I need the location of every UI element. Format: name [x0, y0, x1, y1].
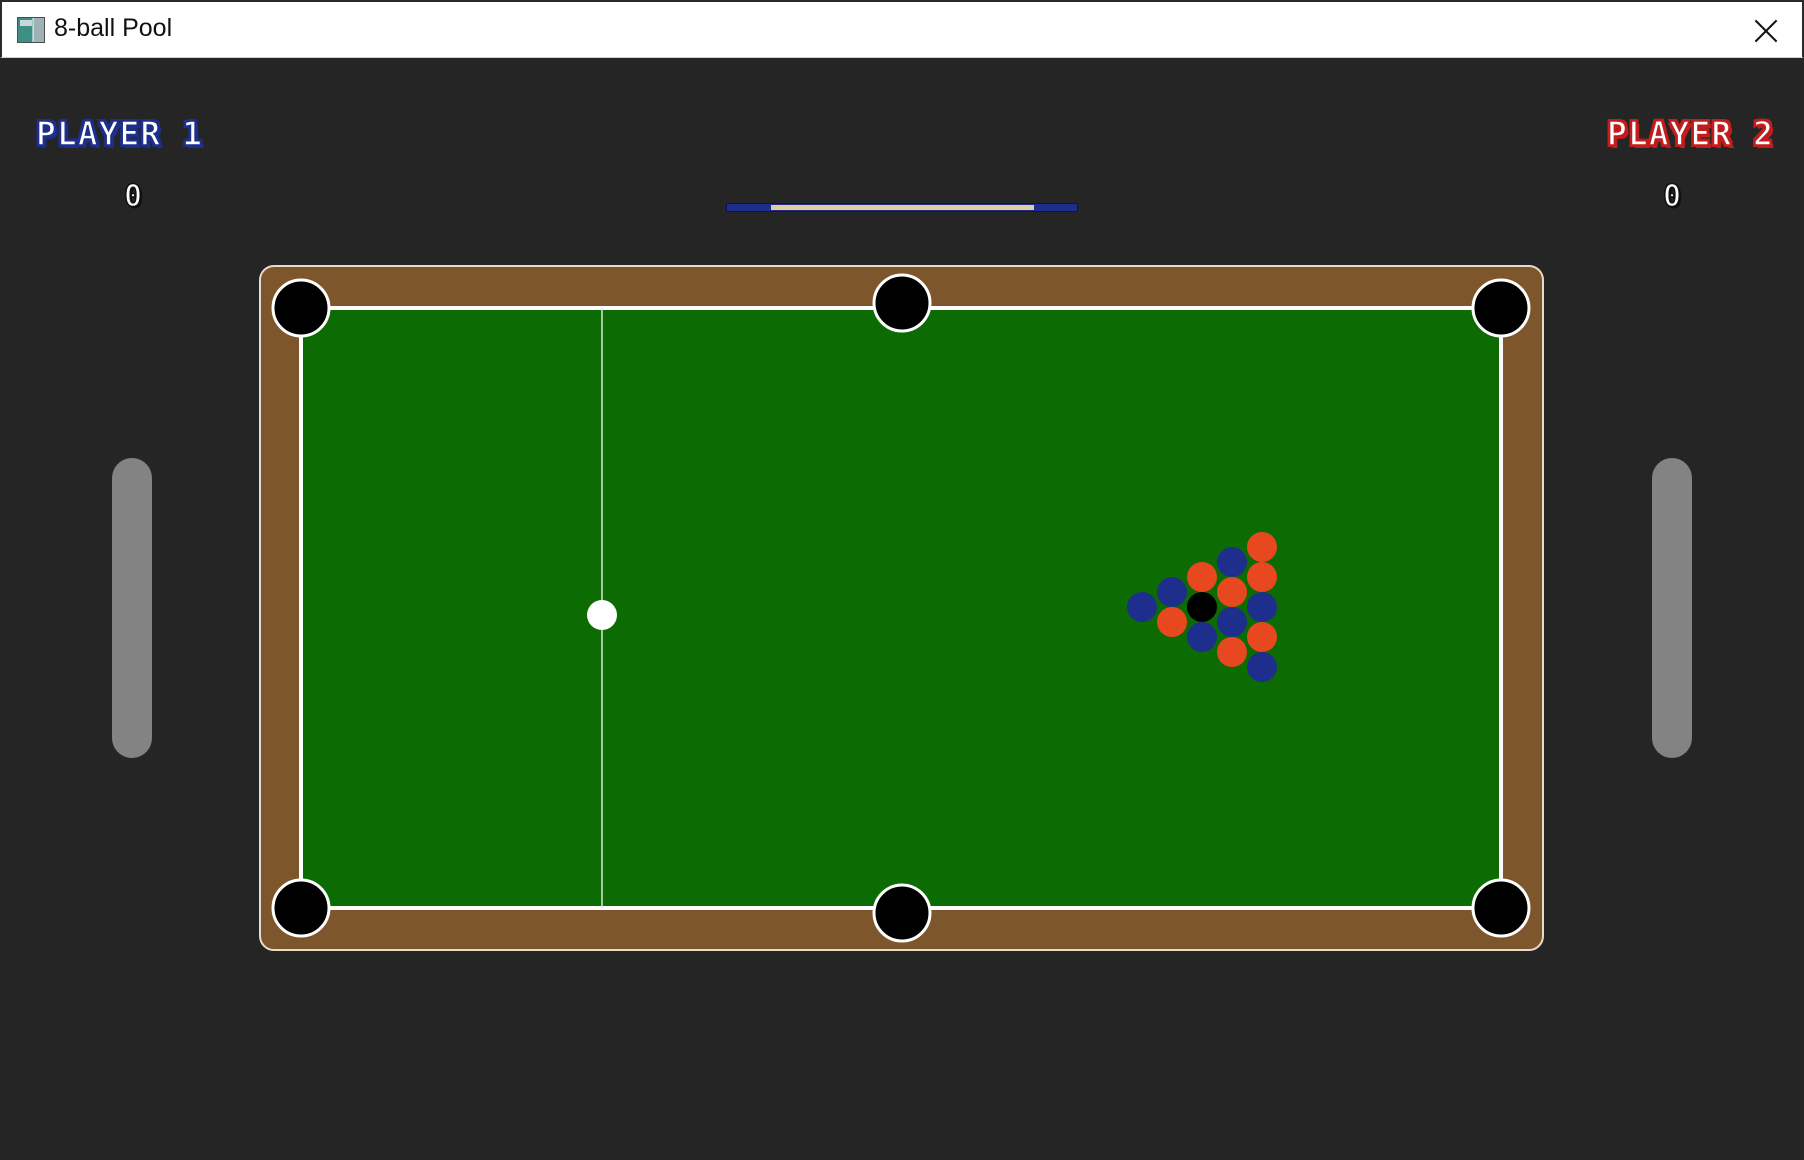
- red-ball[interactable]: [1247, 562, 1277, 592]
- red-ball[interactable]: [1247, 532, 1277, 562]
- red-ball[interactable]: [1247, 622, 1277, 652]
- red-ball[interactable]: [1157, 607, 1187, 637]
- blue-ball[interactable]: [1247, 652, 1277, 682]
- red-ball[interactable]: [1217, 577, 1247, 607]
- blue-ball[interactable]: [1127, 592, 1157, 622]
- blue-ball[interactable]: [1157, 577, 1187, 607]
- blue-ball[interactable]: [1247, 592, 1277, 622]
- pocket-bottom-middle: [872, 883, 932, 943]
- cue-ball[interactable]: [587, 600, 617, 630]
- pocket-bottom-left: [271, 878, 331, 938]
- blue-ball[interactable]: [1217, 547, 1247, 577]
- pocket-bottom-right: [1471, 878, 1531, 938]
- blue-ball[interactable]: [1187, 622, 1217, 652]
- pocket-top-right: [1471, 278, 1531, 338]
- table-felt[interactable]: [299, 306, 1503, 910]
- red-ball[interactable]: [1187, 562, 1217, 592]
- pool-table[interactable]: [0, 0, 1804, 1160]
- blue-ball[interactable]: [1217, 607, 1247, 637]
- red-ball[interactable]: [1217, 637, 1247, 667]
- eight-ball[interactable]: [1187, 592, 1217, 622]
- pocket-top-left: [271, 278, 331, 338]
- pocket-top-middle: [872, 273, 932, 333]
